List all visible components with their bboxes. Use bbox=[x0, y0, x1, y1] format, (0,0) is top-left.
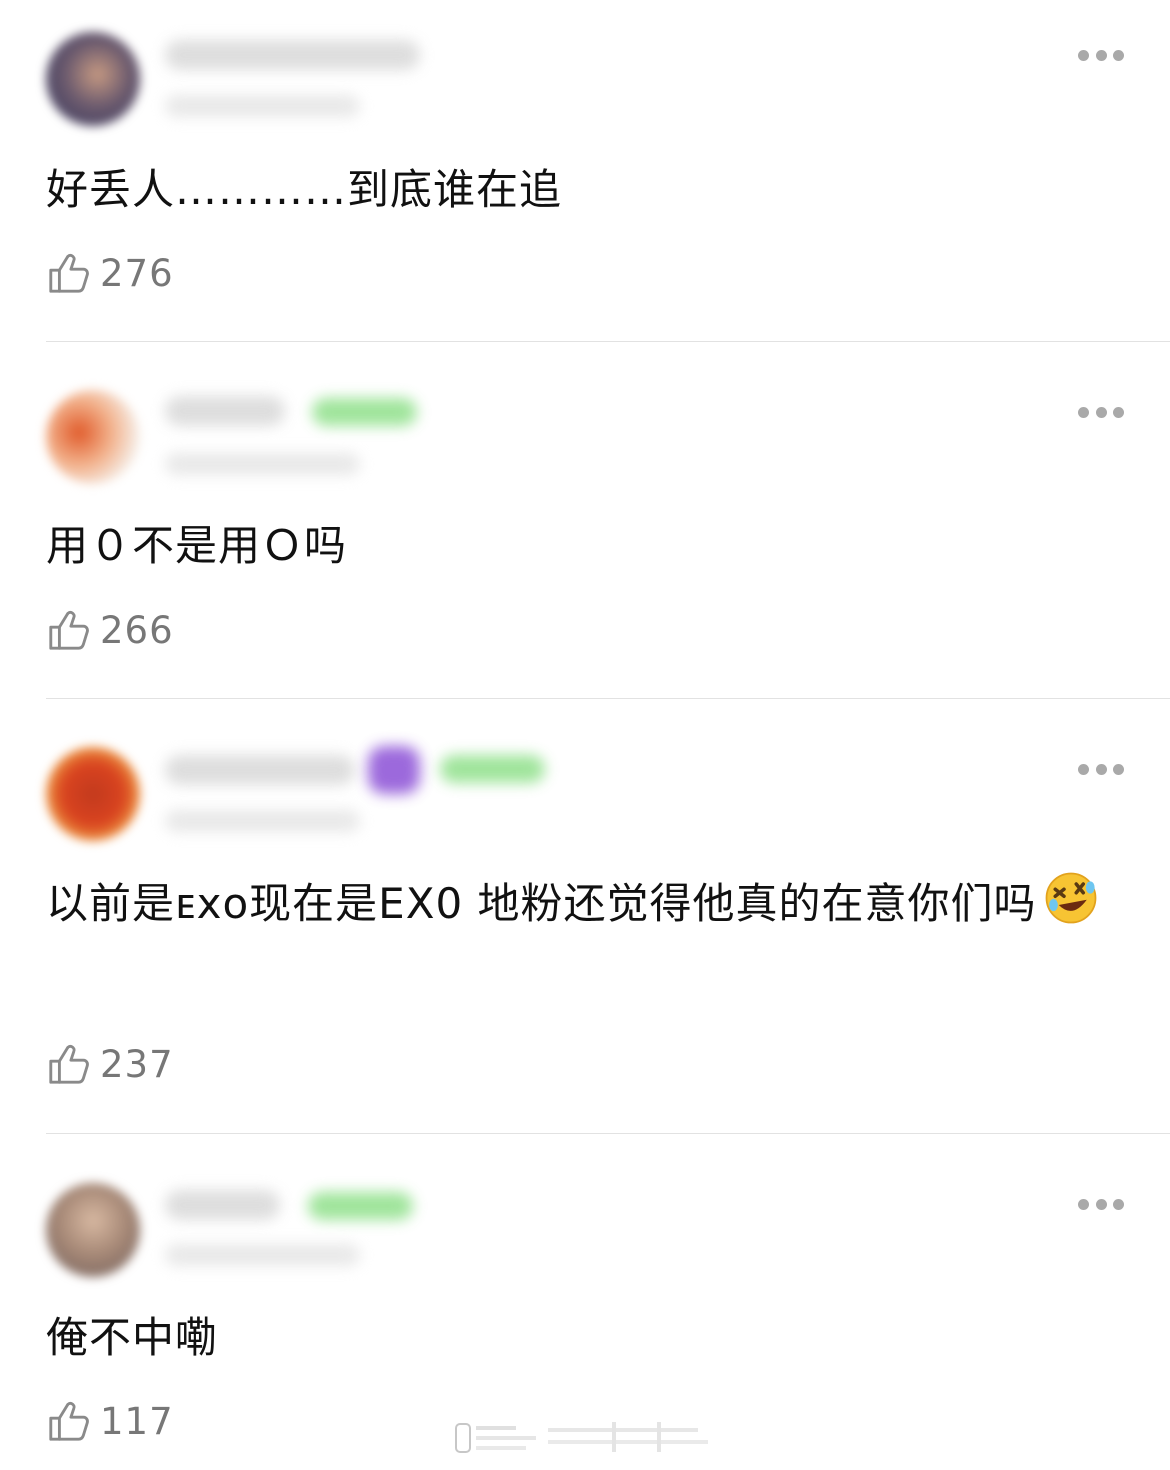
user-badge bbox=[440, 755, 545, 783]
more-options-icon[interactable] bbox=[1078, 49, 1124, 61]
like-count: 237 bbox=[100, 1042, 174, 1086]
username[interactable] bbox=[165, 755, 355, 785]
like-count: 117 bbox=[100, 1399, 174, 1443]
user-badge bbox=[312, 398, 417, 426]
like-button[interactable]: 266 bbox=[46, 607, 174, 653]
avatar[interactable] bbox=[46, 32, 140, 126]
user-badge bbox=[308, 1192, 413, 1220]
divider bbox=[46, 341, 1170, 342]
comment-meta bbox=[165, 95, 360, 117]
username[interactable] bbox=[165, 1190, 280, 1220]
rolling-on-floor-laughing-emoji bbox=[1045, 872, 1096, 924]
like-button[interactable]: 276 bbox=[46, 250, 174, 296]
username[interactable] bbox=[165, 396, 285, 426]
comment-text: 用０不是用Ｏ吗 bbox=[46, 521, 348, 570]
comment-text: 俺不中嘞 bbox=[46, 1313, 219, 1362]
thumbs-up-icon bbox=[49, 1401, 89, 1441]
thumbs-up-icon bbox=[49, 1044, 89, 1084]
avatar[interactable] bbox=[46, 390, 140, 484]
like-button[interactable]: 117 bbox=[46, 1398, 174, 1444]
avatar[interactable] bbox=[46, 747, 140, 841]
comment-meta bbox=[165, 1244, 360, 1266]
avatar[interactable] bbox=[46, 1183, 140, 1277]
divider bbox=[46, 698, 1170, 699]
user-badge bbox=[368, 746, 420, 794]
thumbs-up-icon bbox=[49, 253, 89, 293]
username[interactable] bbox=[165, 40, 420, 70]
more-options-icon[interactable] bbox=[1078, 1198, 1124, 1210]
divider bbox=[46, 1133, 1170, 1134]
comment-meta bbox=[165, 810, 360, 832]
thumbs-up-icon bbox=[49, 610, 89, 650]
comment-text: 以前是ᴇxᴏ现在是EX0 地粉还觉得他真的在意你们吗 bbox=[46, 866, 1110, 942]
more-options-icon[interactable] bbox=[1078, 406, 1124, 418]
like-count: 276 bbox=[100, 251, 174, 295]
like-button[interactable]: 237 bbox=[46, 1041, 174, 1087]
comment-text: 好丢人…………到底谁在追 bbox=[46, 165, 563, 214]
comment-meta bbox=[165, 453, 360, 475]
watermark-logo bbox=[455, 1422, 708, 1453]
like-count: 266 bbox=[100, 608, 174, 652]
more-options-icon[interactable] bbox=[1078, 763, 1124, 775]
